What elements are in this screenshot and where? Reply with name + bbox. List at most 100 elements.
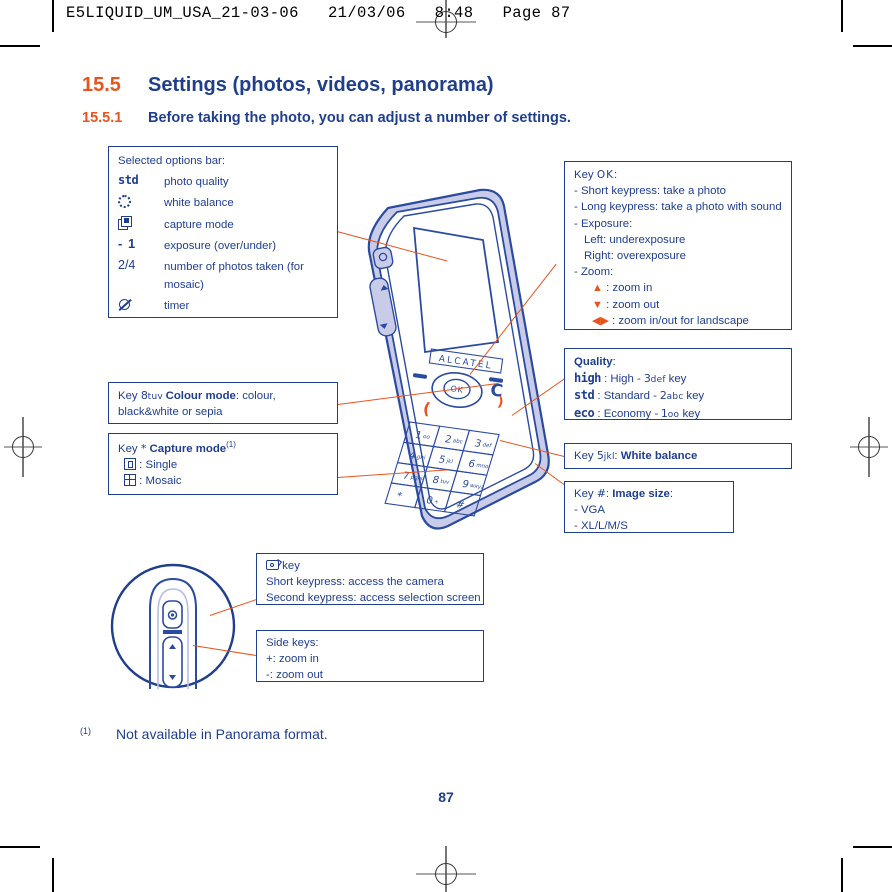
key-word: key	[682, 407, 701, 420]
ok-key-box: Key OK: - Short keypress: take a photo -…	[564, 161, 792, 330]
option-row-white-balance: white balance	[118, 194, 328, 211]
white-balance-icon	[118, 194, 164, 209]
ok-box-line: Right: overexposure	[584, 249, 686, 262]
footnote-marker: (1)	[80, 726, 91, 736]
options-box-title: Selected options bar:	[118, 155, 226, 167]
mosaic-grid-icon	[124, 474, 136, 487]
registration-mark-right	[850, 417, 888, 477]
crop-mark-top-right-h	[853, 45, 892, 47]
wb-key-label: Key	[574, 450, 594, 462]
option-label: timer	[164, 300, 190, 313]
footnote-text: Not available in Panorama format.	[116, 726, 328, 742]
option-row-timer: timer	[118, 297, 328, 314]
crop-mark-top-left-v	[52, 0, 54, 32]
std-quality-icon: std	[574, 388, 595, 403]
quality-row-standard: std : Standard - 2abc key	[574, 387, 782, 404]
key-hash-glyph: #	[596, 488, 607, 500]
quality-box-title: Quality:	[574, 354, 782, 370]
print-file-header: E5LIQUID_UM_USA_21-03-06 21/03/06 8:48 P…	[66, 4, 571, 22]
down-arrow-icon: ▼	[592, 298, 603, 311]
phone-key-letters-7: pqrs	[410, 475, 424, 482]
side-keys-box: Side keys: +: zoom in -: zoom out	[256, 630, 484, 682]
quality-row-economy: eco : Economy - 1oo key	[574, 405, 782, 422]
ok-box-heading: Key OK:	[574, 167, 782, 183]
camera-key-box: key Short keypress: access the camera Se…	[256, 553, 484, 605]
side-keys-line: +: zoom in	[266, 653, 319, 666]
zoom-in-row: ▲ : zoom in	[574, 280, 782, 296]
colour-mode-box: Key 8tuv Colour mode: colour, black&whit…	[108, 382, 338, 424]
zoom-in-text: : zoom in	[606, 282, 653, 295]
photo-count-icon: 2/4	[118, 257, 136, 272]
quality-row-text: : High -	[604, 373, 641, 386]
page-canvas: E5LIQUID_UM_USA_21-03-06 21/03/06 8:48 P…	[0, 0, 892, 892]
ok-box-line: Left: underexposure	[584, 233, 686, 246]
capture-mode-box: Key * Capture mode(1) : Single : Mosaic	[108, 433, 338, 495]
camera-key-line: Second keypress: access selection screen	[266, 592, 481, 605]
camera-key-heading: key	[266, 558, 474, 574]
camera-icon	[266, 560, 279, 570]
colour-key-label: Key	[118, 390, 138, 402]
ok-box-line: - Exposure:	[574, 217, 633, 230]
section-heading: 15.5 Settings (photos, videos, panorama)	[82, 74, 494, 97]
quality-title-text: Quality	[574, 356, 613, 368]
side-keys-title: Side keys:	[266, 637, 319, 649]
quality-row-high: high : High - 3def key	[574, 370, 782, 387]
colour-mode-line2: black&white or sepia	[118, 406, 223, 419]
crop-mark-top-right-v	[841, 0, 843, 32]
imgsize-key-label: Key	[574, 488, 594, 500]
option-label: photo quality	[164, 176, 229, 189]
phone-key-*: *	[395, 491, 403, 502]
std-quality-icon: std	[118, 173, 139, 188]
capture-mode-mosaic-label: : Mosaic	[139, 475, 182, 488]
option-label-continuation: mosaic)	[164, 279, 204, 292]
key-1-letters: oo	[668, 409, 680, 420]
image-size-heading: Key #: Image size:	[574, 486, 724, 502]
option-label: white balance	[164, 197, 234, 210]
image-size-line: - VGA	[574, 504, 606, 517]
crop-mark-top-left-h	[0, 45, 40, 47]
ok-box-line: - Short keypress: take a photo	[574, 185, 726, 198]
option-row-photo-count: 2/4 number of photos taken (for	[118, 258, 328, 275]
white-balance-box: Key 5jkl: White balance	[564, 443, 792, 469]
colour-mode-title: Colour mode	[165, 390, 236, 402]
capture-mode-mosaic-row: : Mosaic	[118, 473, 328, 489]
crop-mark-bottom-left-v	[52, 858, 54, 892]
registration-mark-left	[4, 417, 42, 477]
section-title: Settings (photos, videos, panorama)	[148, 74, 494, 96]
ok-key-label: Key	[574, 169, 594, 181]
single-frame-icon	[124, 457, 136, 470]
colour-mode-text: : colour,	[235, 390, 276, 402]
detail-key-separator	[163, 630, 182, 634]
white-balance-title: White balance	[620, 450, 698, 462]
crop-mark-bottom-right-h	[853, 846, 892, 848]
subsection-heading: 15.5.1 Before taking the photo, you can …	[82, 110, 571, 126]
quality-colon: :	[612, 356, 616, 368]
ok-colon: :	[613, 169, 618, 181]
key-word: key	[668, 373, 687, 386]
zoom-landscape-row: ◀▶ : zoom in/out for landscape	[574, 313, 782, 329]
side-keys-line: -: zoom out	[266, 669, 323, 682]
key-star-glyph: *	[140, 442, 147, 455]
camera-key-word: key	[282, 560, 300, 572]
key-3-letters: def	[650, 375, 666, 386]
crop-mark-bottom-right-v	[841, 858, 843, 892]
option-label: exposure (over/under)	[164, 239, 277, 252]
colour-mode-heading: Key 8tuv Colour mode: colour,	[118, 388, 328, 404]
phone-illustration: ALCATEL OK C ( ) 1oo2a	[352, 186, 564, 534]
image-size-title: Image size	[612, 488, 670, 500]
ok-box-line: - Zoom:	[574, 266, 614, 279]
zoom-out-text: : zoom out	[606, 298, 660, 311]
capture-mode-single-label: : Single	[139, 458, 178, 471]
zoom-landscape-text: : zoom in/out for landscape	[612, 314, 749, 327]
option-label: capture mode	[164, 218, 234, 231]
selected-options-bar-box: Selected options bar: std photo quality …	[108, 146, 338, 318]
ok-key-glyph: OK	[596, 169, 614, 181]
imgsize-colon: :	[605, 488, 610, 500]
imgsize-title-colon: :	[669, 488, 674, 500]
option-label: number of photos taken (for	[164, 260, 304, 273]
timer-icon	[118, 297, 164, 312]
white-balance-line: Key 5jkl: White balance	[574, 448, 782, 464]
exposure-icon: - 1	[118, 236, 137, 252]
quality-box: Quality: high : High - 3def key std : St…	[564, 348, 792, 420]
page-number: 87	[438, 789, 454, 805]
